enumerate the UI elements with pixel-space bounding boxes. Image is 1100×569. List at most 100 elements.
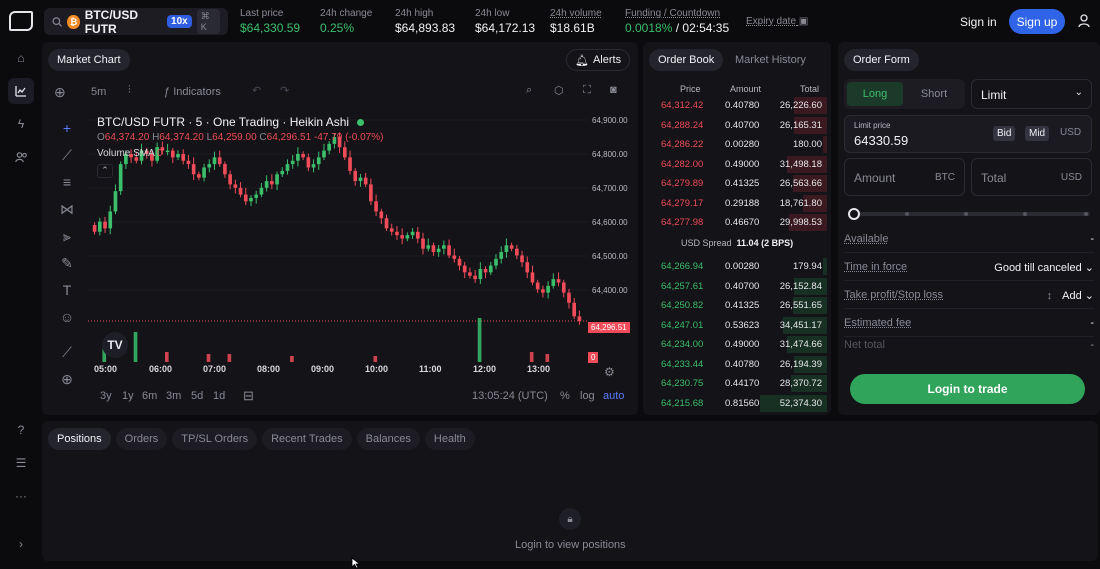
nav-more-icon[interactable]: ··· bbox=[8, 483, 34, 509]
camera-icon[interactable]: ◙ bbox=[610, 84, 617, 96]
short-button[interactable]: Short bbox=[906, 82, 962, 106]
ask-row[interactable]: 64,277.98 0.46670 29,998.53 bbox=[643, 213, 831, 232]
long-button[interactable]: Long bbox=[847, 82, 903, 106]
bid-row[interactable]: 64,247.01 0.53623 34,451.17 bbox=[643, 316, 831, 335]
signin-link[interactable]: Sign in bbox=[960, 15, 997, 29]
order-type-select[interactable]: Limit ⌄ bbox=[971, 79, 1092, 109]
ask-row[interactable]: 64,286.22 0.00280 180.00 bbox=[643, 135, 831, 154]
market-selector[interactable]: ₿ BTC/USD FUTR 10x ⌘ K bbox=[44, 8, 228, 36]
bid-button[interactable]: Bid bbox=[993, 126, 1016, 141]
axis-settings-icon[interactable]: ⚙ bbox=[604, 365, 615, 379]
alerts-button[interactable]: 🔔︎ Alerts bbox=[566, 49, 631, 71]
undo-icon[interactable]: ↶ bbox=[252, 84, 261, 97]
nav-trade-icon[interactable] bbox=[8, 78, 34, 104]
settings-icon[interactable]: ⬡ bbox=[554, 84, 564, 97]
cell-amount: 0.40700 bbox=[725, 119, 760, 131]
bid-row[interactable]: 64,230.75 0.44170 28,370.72 bbox=[643, 374, 831, 393]
total-input[interactable]: Total USD bbox=[971, 158, 1092, 196]
mid-button[interactable]: Mid bbox=[1025, 126, 1050, 141]
slider-handle[interactable] bbox=[848, 208, 860, 220]
nav-lightning-icon[interactable]: ϟ bbox=[8, 111, 34, 137]
amount-slider[interactable] bbox=[848, 208, 1092, 220]
brush-icon[interactable]: ✎ bbox=[58, 255, 76, 273]
nav-home-icon[interactable]: ⌂ bbox=[8, 45, 34, 71]
price-tick: 64,800.00 bbox=[592, 150, 628, 159]
logo-icon[interactable] bbox=[9, 11, 33, 31]
zoom-search-icon[interactable]: ⌕ bbox=[526, 84, 532, 97]
add-icon[interactable]: ⊕ bbox=[54, 84, 66, 101]
bid-row[interactable]: 64,215.68 0.81560 52,374.30 bbox=[643, 394, 831, 413]
row-tp-sl[interactable]: Take profit/Stop loss ↕ Add ⌄ bbox=[844, 283, 1094, 309]
tab-tpsl-orders[interactable]: TP/SL Orders bbox=[172, 428, 258, 450]
signup-button[interactable]: Sign up bbox=[1009, 9, 1065, 34]
bid-row[interactable]: 64,266.94 0.00280 179.94 bbox=[643, 257, 831, 276]
login-to-trade-button[interactable]: Login to trade bbox=[850, 374, 1085, 404]
indicators-button[interactable]: ƒ Indicators bbox=[164, 86, 221, 98]
bid-row[interactable]: 64,233.44 0.40780 26,194.39 bbox=[643, 355, 831, 374]
tab-recent-trades[interactable]: Recent Trades bbox=[262, 428, 352, 450]
price-chart[interactable] bbox=[88, 110, 588, 364]
candle-type-icon[interactable]: ⫶ bbox=[128, 84, 131, 97]
candle bbox=[530, 265, 535, 286]
amount-input[interactable]: Amount BTC bbox=[844, 158, 965, 196]
nav-docs-icon[interactable]: ☰ bbox=[8, 450, 34, 476]
limit-price-input[interactable]: Limit price 64330.59 Bid Mid USD bbox=[844, 115, 1092, 153]
fullscreen-icon[interactable]: ⛶ bbox=[583, 84, 591, 97]
range-1d[interactable]: 1d bbox=[213, 390, 225, 402]
ask-row[interactable]: 64,312.42 0.40780 26,226.60 bbox=[643, 96, 831, 115]
trendline-icon[interactable]: ⟋ bbox=[58, 147, 76, 165]
date-range-icon[interactable]: ⊟ bbox=[243, 388, 254, 404]
tab-positions[interactable]: Positions bbox=[48, 428, 111, 450]
expiry-date[interactable]: Expiry date ▣ bbox=[746, 16, 808, 27]
range-3m[interactable]: 3m bbox=[166, 390, 181, 402]
candle bbox=[363, 172, 368, 188]
bid-row[interactable]: 64,250.82 0.41325 26,551.65 bbox=[643, 296, 831, 315]
collapse-legend-icon[interactable]: ⌃ bbox=[97, 164, 113, 178]
tradingview-logo-icon: TV bbox=[102, 332, 128, 358]
nav-help-icon[interactable]: ? bbox=[8, 417, 34, 443]
time-tick: 12:00 bbox=[473, 364, 497, 374]
nav-expand-icon[interactable]: › bbox=[8, 531, 34, 557]
bid-row[interactable]: 64,257.61 0.40700 26,152.84 bbox=[643, 277, 831, 296]
range-5d[interactable]: 5d bbox=[191, 390, 203, 402]
crosshair-icon[interactable]: + bbox=[58, 120, 76, 138]
tab-market-chart[interactable]: Market Chart bbox=[48, 49, 130, 71]
range-6m[interactable]: 6m bbox=[142, 390, 157, 402]
range-1y[interactable]: 1y bbox=[122, 390, 134, 402]
prediction-icon[interactable]: ⫸ bbox=[58, 228, 76, 246]
ask-row[interactable]: 64,279.89 0.41325 26,563.66 bbox=[643, 174, 831, 193]
tab-market-history[interactable]: Market History bbox=[726, 49, 815, 71]
tab-order-form[interactable]: Order Form bbox=[844, 49, 919, 71]
candle bbox=[504, 238, 509, 258]
ask-row[interactable]: 64,288.24 0.40700 26,165.31 bbox=[643, 116, 831, 135]
nav-users-icon[interactable] bbox=[8, 144, 34, 170]
cell-amount: 0.40780 bbox=[725, 358, 760, 370]
tab-order-book[interactable]: Order Book bbox=[649, 49, 724, 71]
fib-icon[interactable]: ≡ bbox=[58, 174, 76, 192]
candle bbox=[452, 248, 457, 263]
range-3y[interactable]: 3y bbox=[100, 390, 112, 402]
user-icon[interactable] bbox=[1078, 14, 1090, 28]
redo-icon[interactable]: ↷ bbox=[280, 84, 289, 97]
interval-select[interactable]: 5m bbox=[91, 86, 106, 98]
text-icon[interactable]: T bbox=[58, 282, 76, 300]
chart-title: BTC/USD FUTR · 5 · One Trading · Heikin … bbox=[97, 115, 350, 129]
pattern-icon[interactable]: ⋈ bbox=[58, 201, 76, 219]
tab-balances[interactable]: Balances bbox=[356, 428, 420, 450]
row-time-in-force[interactable]: Time in force Good till canceled ⌄ bbox=[844, 255, 1094, 281]
percent-toggle[interactable]: % bbox=[560, 390, 570, 402]
cell-price: 64,234.00 bbox=[661, 339, 704, 350]
order-form-panel: Order Form Long Short Limit ⌄ Limit pric… bbox=[838, 42, 1100, 415]
candle bbox=[311, 159, 316, 173]
ask-row[interactable]: 64,279.17 0.29188 18,761.80 bbox=[643, 194, 831, 213]
bid-row[interactable]: 64,234.00 0.49000 31,474.66 bbox=[643, 335, 831, 354]
ruler-icon[interactable]: ⟋ bbox=[58, 344, 76, 362]
log-toggle[interactable]: log bbox=[580, 390, 595, 402]
tab-health[interactable]: Health bbox=[424, 428, 475, 450]
ask-row[interactable]: 64,282.00 0.49000 31,498.18 bbox=[643, 155, 831, 174]
tab-orders[interactable]: Orders bbox=[115, 428, 168, 450]
emoji-icon[interactable]: ☺ bbox=[58, 309, 76, 327]
auto-toggle[interactable]: auto bbox=[603, 390, 624, 402]
chart-clock: 13:05:24 (UTC) bbox=[472, 390, 548, 402]
cell-price: 64,233.44 bbox=[661, 358, 704, 370]
